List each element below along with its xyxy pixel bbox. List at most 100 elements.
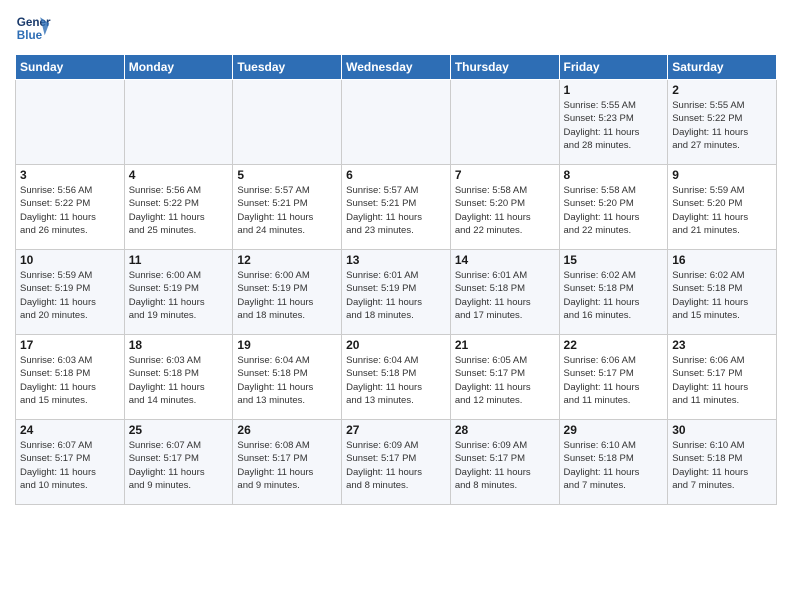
day-info: Sunrise: 6:03 AM Sunset: 5:18 PM Dayligh… xyxy=(129,354,229,407)
day-info: Sunrise: 6:02 AM Sunset: 5:18 PM Dayligh… xyxy=(672,269,772,322)
calendar-cell: 18 Sunrise: 6:03 AM Sunset: 5:18 PM Dayli… xyxy=(124,335,233,420)
day-number: 30 xyxy=(672,423,772,437)
calendar-week-3: 10 Sunrise: 5:59 AM Sunset: 5:19 PM Dayli… xyxy=(16,250,777,335)
calendar-cell: 8 Sunrise: 5:58 AM Sunset: 5:20 PM Daylig… xyxy=(559,165,668,250)
day-info: Sunrise: 5:57 AM Sunset: 5:21 PM Dayligh… xyxy=(346,184,446,237)
day-header-sunday: Sunday xyxy=(16,55,125,80)
day-info: Sunrise: 6:06 AM Sunset: 5:17 PM Dayligh… xyxy=(672,354,772,407)
calendar-cell: 25 Sunrise: 6:07 AM Sunset: 5:17 PM Dayli… xyxy=(124,420,233,505)
day-number: 14 xyxy=(455,253,555,267)
calendar-week-1: 1 Sunrise: 5:55 AM Sunset: 5:23 PM Daylig… xyxy=(16,80,777,165)
calendar-cell: 7 Sunrise: 5:58 AM Sunset: 5:20 PM Daylig… xyxy=(450,165,559,250)
day-number: 28 xyxy=(455,423,555,437)
day-number: 15 xyxy=(564,253,664,267)
calendar-header-row: SundayMondayTuesdayWednesdayThursdayFrid… xyxy=(16,55,777,80)
day-info: Sunrise: 5:58 AM Sunset: 5:20 PM Dayligh… xyxy=(564,184,664,237)
day-number: 24 xyxy=(20,423,120,437)
calendar-week-4: 17 Sunrise: 6:03 AM Sunset: 5:18 PM Dayli… xyxy=(16,335,777,420)
day-number: 26 xyxy=(237,423,337,437)
day-number: 8 xyxy=(564,168,664,182)
svg-text:Blue: Blue xyxy=(17,29,43,42)
day-number: 16 xyxy=(672,253,772,267)
calendar-cell: 30 Sunrise: 6:10 AM Sunset: 5:18 PM Dayli… xyxy=(668,420,777,505)
calendar-cell: 3Sunrise: 5:56 AM Sunset: 5:22 PM Daylig… xyxy=(16,165,125,250)
calendar-cell: 26 Sunrise: 6:08 AM Sunset: 5:17 PM Dayli… xyxy=(233,420,342,505)
day-info: Sunrise: 6:05 AM Sunset: 5:17 PM Dayligh… xyxy=(455,354,555,407)
calendar-cell: 10 Sunrise: 5:59 AM Sunset: 5:19 PM Dayli… xyxy=(16,250,125,335)
day-number: 5 xyxy=(237,168,337,182)
day-info: Sunrise: 6:08 AM Sunset: 5:17 PM Dayligh… xyxy=(237,439,337,492)
calendar-cell: 14Sunrise: 6:01 AM Sunset: 5:18 PM Dayli… xyxy=(450,250,559,335)
day-info: Sunrise: 6:04 AM Sunset: 5:18 PM Dayligh… xyxy=(346,354,446,407)
day-number: 3 xyxy=(20,168,120,182)
day-number: 2 xyxy=(672,83,772,97)
day-number: 4 xyxy=(129,168,229,182)
calendar-week-5: 24 Sunrise: 6:07 AM Sunset: 5:17 PM Dayli… xyxy=(16,420,777,505)
day-number: 12 xyxy=(237,253,337,267)
day-number: 19 xyxy=(237,338,337,352)
day-header-tuesday: Tuesday xyxy=(233,55,342,80)
day-number: 17 xyxy=(20,338,120,352)
day-info: Sunrise: 6:06 AM Sunset: 5:17 PM Dayligh… xyxy=(564,354,664,407)
calendar-cell: 6 Sunrise: 5:57 AM Sunset: 5:21 PM Daylig… xyxy=(342,165,451,250)
calendar-cell: 15 Sunrise: 6:02 AM Sunset: 5:18 PM Dayli… xyxy=(559,250,668,335)
day-info: Sunrise: 6:10 AM Sunset: 5:18 PM Dayligh… xyxy=(672,439,772,492)
calendar-cell xyxy=(342,80,451,165)
calendar-cell: 9Sunrise: 5:59 AM Sunset: 5:20 PM Daylig… xyxy=(668,165,777,250)
calendar-cell: 17 Sunrise: 6:03 AM Sunset: 5:18 PM Dayli… xyxy=(16,335,125,420)
day-info: Sunrise: 6:07 AM Sunset: 5:17 PM Dayligh… xyxy=(129,439,229,492)
calendar-cell: 19Sunrise: 6:04 AM Sunset: 5:18 PM Dayli… xyxy=(233,335,342,420)
calendar-cell: 28Sunrise: 6:09 AM Sunset: 5:17 PM Dayli… xyxy=(450,420,559,505)
day-info: Sunrise: 6:02 AM Sunset: 5:18 PM Dayligh… xyxy=(564,269,664,322)
day-header-monday: Monday xyxy=(124,55,233,80)
day-info: Sunrise: 6:09 AM Sunset: 5:17 PM Dayligh… xyxy=(346,439,446,492)
day-info: Sunrise: 6:01 AM Sunset: 5:19 PM Dayligh… xyxy=(346,269,446,322)
calendar-week-2: 3 Sunrise: 5:56 AM Sunset: 5:22 PM Daylig… xyxy=(16,165,777,250)
calendar-cell xyxy=(16,80,125,165)
calendar-cell: 21 Sunrise: 6:05 AM Sunset: 5:17 PM Dayli… xyxy=(450,335,559,420)
day-info: Sunrise: 5:59 AM Sunset: 5:19 PM Dayligh… xyxy=(20,269,120,322)
day-info: Sunrise: 5:58 AM Sunset: 5:20 PM Dayligh… xyxy=(455,184,555,237)
day-number: 10 xyxy=(20,253,120,267)
day-info: Sunrise: 6:03 AM Sunset: 5:18 PM Dayligh… xyxy=(20,354,120,407)
day-header-wednesday: Wednesday xyxy=(342,55,451,80)
calendar-cell: 12 Sunrise: 6:00 AM Sunset: 5:19 PM Dayli… xyxy=(233,250,342,335)
day-info: Sunrise: 5:55 AM Sunset: 5:22 PM Dayligh… xyxy=(672,99,772,152)
day-header-saturday: Saturday xyxy=(668,55,777,80)
calendar-cell: 24 Sunrise: 6:07 AM Sunset: 5:17 PM Dayli… xyxy=(16,420,125,505)
calendar-cell: 27Sunrise: 6:09 AM Sunset: 5:17 PM Dayli… xyxy=(342,420,451,505)
logo: General Blue xyxy=(15,10,51,46)
day-info: Sunrise: 6:00 AM Sunset: 5:19 PM Dayligh… xyxy=(237,269,337,322)
day-info: Sunrise: 5:57 AM Sunset: 5:21 PM Dayligh… xyxy=(237,184,337,237)
logo-icon: General Blue xyxy=(15,10,51,46)
day-number: 18 xyxy=(129,338,229,352)
calendar-cell: 29 Sunrise: 6:10 AM Sunset: 5:18 PM Dayli… xyxy=(559,420,668,505)
day-number: 13 xyxy=(346,253,446,267)
page-header: General Blue xyxy=(15,10,777,46)
day-info: Sunrise: 6:00 AM Sunset: 5:19 PM Dayligh… xyxy=(129,269,229,322)
day-number: 29 xyxy=(564,423,664,437)
day-number: 23 xyxy=(672,338,772,352)
day-number: 1 xyxy=(564,83,664,97)
calendar-body: 1 Sunrise: 5:55 AM Sunset: 5:23 PM Daylig… xyxy=(16,80,777,505)
day-header-thursday: Thursday xyxy=(450,55,559,80)
calendar-cell: 4 Sunrise: 5:56 AM Sunset: 5:22 PM Daylig… xyxy=(124,165,233,250)
day-header-friday: Friday xyxy=(559,55,668,80)
day-number: 7 xyxy=(455,168,555,182)
calendar-cell xyxy=(450,80,559,165)
day-info: Sunrise: 6:07 AM Sunset: 5:17 PM Dayligh… xyxy=(20,439,120,492)
day-info: Sunrise: 5:56 AM Sunset: 5:22 PM Dayligh… xyxy=(129,184,229,237)
calendar-cell: 22 Sunrise: 6:06 AM Sunset: 5:17 PM Dayli… xyxy=(559,335,668,420)
day-number: 25 xyxy=(129,423,229,437)
calendar-cell xyxy=(124,80,233,165)
day-number: 6 xyxy=(346,168,446,182)
day-info: Sunrise: 6:10 AM Sunset: 5:18 PM Dayligh… xyxy=(564,439,664,492)
day-number: 22 xyxy=(564,338,664,352)
day-number: 11 xyxy=(129,253,229,267)
day-info: Sunrise: 5:55 AM Sunset: 5:23 PM Dayligh… xyxy=(564,99,664,152)
calendar-cell: 5 Sunrise: 5:57 AM Sunset: 5:21 PM Daylig… xyxy=(233,165,342,250)
calendar-cell: 16 Sunrise: 6:02 AM Sunset: 5:18 PM Dayli… xyxy=(668,250,777,335)
day-number: 21 xyxy=(455,338,555,352)
day-info: Sunrise: 5:59 AM Sunset: 5:20 PM Dayligh… xyxy=(672,184,772,237)
calendar-cell: 2 Sunrise: 5:55 AM Sunset: 5:22 PM Daylig… xyxy=(668,80,777,165)
